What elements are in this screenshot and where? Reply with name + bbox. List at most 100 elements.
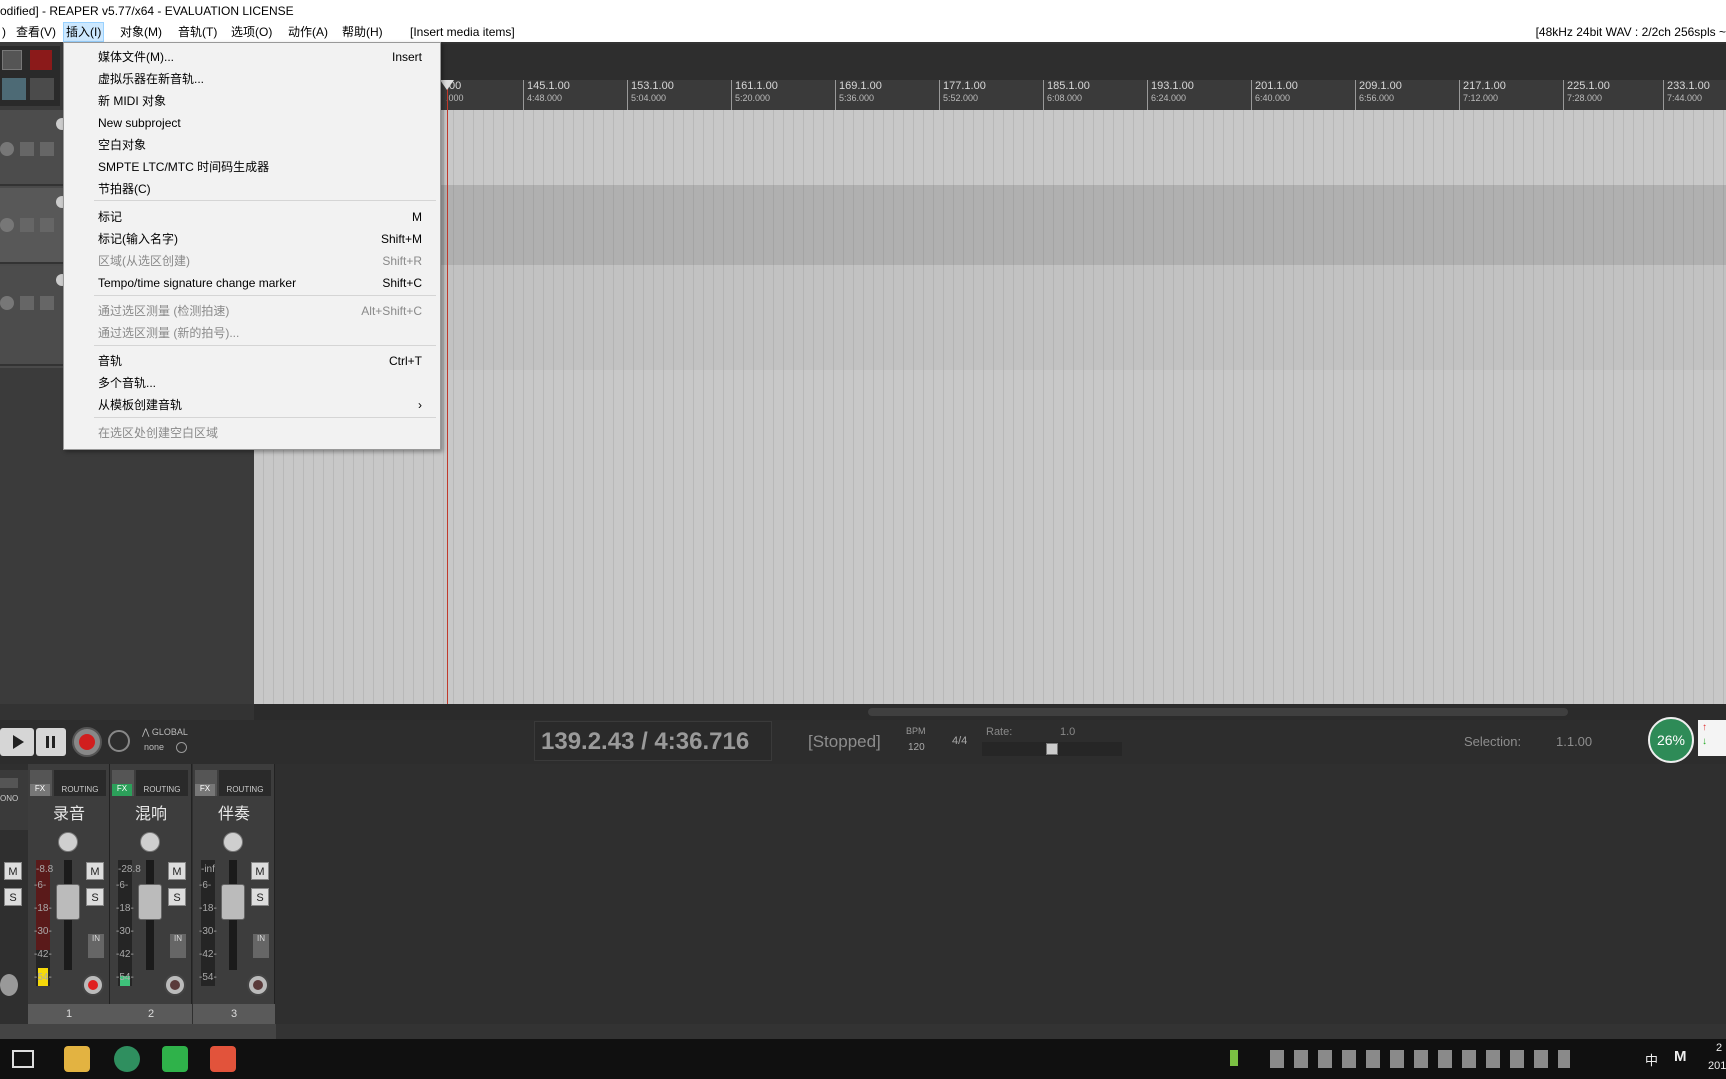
pan-knob[interactable] <box>140 832 160 852</box>
pan-knob[interactable] <box>223 832 243 852</box>
clock-time[interactable]: 2 <box>1716 1042 1722 1054</box>
menu-item[interactable]: 媒体文件(M)... Insert <box>98 47 422 67</box>
menu-item[interactable]: 多个音轨... <box>98 373 422 393</box>
mute-button[interactable]: M <box>86 862 104 880</box>
record-arm-button[interactable] <box>247 974 269 996</box>
file-explorer-icon[interactable] <box>64 1046 90 1072</box>
routing-button[interactable]: ROUTING <box>219 770 271 796</box>
menu-item[interactable]: 从模板创建音轨 › <box>98 395 422 415</box>
dropdown-icon[interactable] <box>176 742 187 753</box>
record-arm-button[interactable] <box>164 974 186 996</box>
track-name[interactable]: 混响 <box>110 800 192 824</box>
position-display[interactable]: 139.2.43 / 4:36.716 <box>534 721 772 761</box>
fx-button[interactable]: FX <box>112 784 132 796</box>
menu-item[interactable]: 空白对象 <box>98 135 422 155</box>
master-settings-icon[interactable] <box>0 974 18 996</box>
solo-button[interactable]: S <box>168 888 186 906</box>
selection-value[interactable]: 1.1.00 <box>1556 734 1592 749</box>
record-arm-icon[interactable] <box>0 296 14 310</box>
routing-button[interactable]: ROUTING <box>136 770 188 796</box>
menu-item[interactable]: 标记 M <box>98 207 422 227</box>
volume-fader[interactable] <box>221 884 245 920</box>
reaper-window: odified] - REAPER v5.77/x64 - EVALUATION… <box>0 0 1726 1079</box>
mute-button[interactable]: M <box>251 862 269 880</box>
menu-track[interactable]: 音轨(T) <box>176 22 219 42</box>
menu-actions[interactable]: 动作(A) <box>286 22 330 42</box>
menu-item[interactable]: SMPTE LTC/MTC 时间码生成器 <box>98 157 422 177</box>
time-signature[interactable]: 4/4 <box>952 735 967 747</box>
ripple-edit-icon[interactable] <box>30 50 52 70</box>
repeat-button[interactable] <box>108 730 130 752</box>
record-arm-icon[interactable] <box>0 142 14 156</box>
task-view-icon[interactable] <box>12 1050 34 1068</box>
cursor-marker-icon[interactable] <box>440 80 454 90</box>
fx-icon[interactable] <box>40 218 54 232</box>
record-button[interactable] <box>72 727 102 757</box>
menu-item[interactable]: 标记(输入名字) Shift+M <box>98 229 422 249</box>
record-arm-icon[interactable] <box>0 218 14 232</box>
scrollbar-thumb[interactable] <box>868 708 1568 716</box>
menu-item-label: 标记(输入名字) <box>98 232 178 246</box>
cpu-usage-badge[interactable]: 26% <box>1648 717 1694 763</box>
bpm-value[interactable]: 120 <box>908 742 925 753</box>
pause-button[interactable] <box>36 728 66 756</box>
menu-item[interactable]: 音轨 Ctrl+T <box>98 351 422 371</box>
master-mute-button[interactable]: M <box>4 862 22 880</box>
input-monitor-button[interactable]: IN <box>88 934 104 958</box>
envelope-icon[interactable] <box>20 218 34 232</box>
ruler-tick-time: 7:44.000 <box>1667 93 1703 103</box>
selected-track-lane[interactable] <box>254 185 1726 265</box>
speaker-icon[interactable] <box>0 778 18 788</box>
fx-button[interactable]: FX <box>195 784 215 796</box>
arrange-view[interactable] <box>254 80 1726 704</box>
menu-help[interactable]: 帮助(H) <box>340 22 385 42</box>
edit-cursor[interactable] <box>447 80 448 704</box>
routing-button[interactable]: ROUTING <box>54 770 106 796</box>
new-project-icon[interactable] <box>2 50 22 70</box>
play-button[interactable] <box>0 728 34 756</box>
menu-view[interactable]: 查看(V) <box>14 22 58 42</box>
solo-button[interactable]: S <box>251 888 269 906</box>
mixer-scrollbar[interactable] <box>0 1024 276 1039</box>
mono-label[interactable]: ONO <box>0 794 18 803</box>
clock-date[interactable]: 201 <box>1708 1060 1726 1072</box>
camtasia-icon[interactable] <box>162 1046 188 1072</box>
rate-slider-handle[interactable] <box>1046 743 1058 755</box>
recorder-icon[interactable] <box>210 1046 236 1072</box>
horizontal-scrollbar[interactable] <box>254 704 1726 720</box>
fx-icon[interactable] <box>40 142 54 156</box>
menu-item[interactable]: Tempo/time signature change marker Shift+… <box>98 273 422 293</box>
menu-item[interactable]: 虚拟乐器在新音轨... <box>98 69 422 89</box>
global-automation-mode[interactable]: none <box>144 742 164 752</box>
envelope-icon[interactable] <box>20 296 34 310</box>
master-solo-button[interactable]: S <box>4 888 22 906</box>
fx-icon[interactable] <box>40 296 54 310</box>
rate-slider[interactable] <box>982 742 1122 756</box>
track-name[interactable]: 伴奏 <box>193 800 275 824</box>
input-monitor-button[interactable]: IN <box>253 934 269 958</box>
menu-options[interactable]: 选项(O) <box>229 22 274 42</box>
system-tray-icons[interactable] <box>1270 1050 1570 1068</box>
volume-fader[interactable] <box>138 884 162 920</box>
fx-button[interactable]: FX <box>30 784 50 796</box>
envelope-icon[interactable] <box>20 142 34 156</box>
menu-insert[interactable]: 插入(I) <box>63 22 105 42</box>
volume-fader[interactable] <box>56 884 80 920</box>
menu-edit-partial[interactable]: ) <box>0 22 8 42</box>
ime-indicator[interactable]: 中 <box>1645 1050 1658 1069</box>
battery-icon[interactable] <box>1230 1050 1238 1066</box>
menu-item[interactable]: 节拍器(C) <box>98 179 422 199</box>
input-monitor-button[interactable]: IN <box>170 934 186 958</box>
menu-item[interactable]: 新 MIDI 对象 <box>98 91 422 111</box>
pan-knob[interactable] <box>58 832 78 852</box>
audio-status[interactable]: [48kHz 24bit WAV : 2/2ch 256spls ~ <box>1536 22 1726 42</box>
browser-icon[interactable] <box>114 1046 140 1072</box>
menu-item[interactable]: New subproject <box>98 113 422 133</box>
menu-item[interactable]: 对象(M) <box>118 22 164 42</box>
track-lane[interactable] <box>254 265 1726 370</box>
track-name[interactable]: 录音 <box>28 800 110 824</box>
mute-button[interactable]: M <box>168 862 186 880</box>
ime-mode-icon[interactable]: M <box>1674 1048 1687 1065</box>
solo-button[interactable]: S <box>86 888 104 906</box>
record-arm-button[interactable] <box>82 974 104 996</box>
